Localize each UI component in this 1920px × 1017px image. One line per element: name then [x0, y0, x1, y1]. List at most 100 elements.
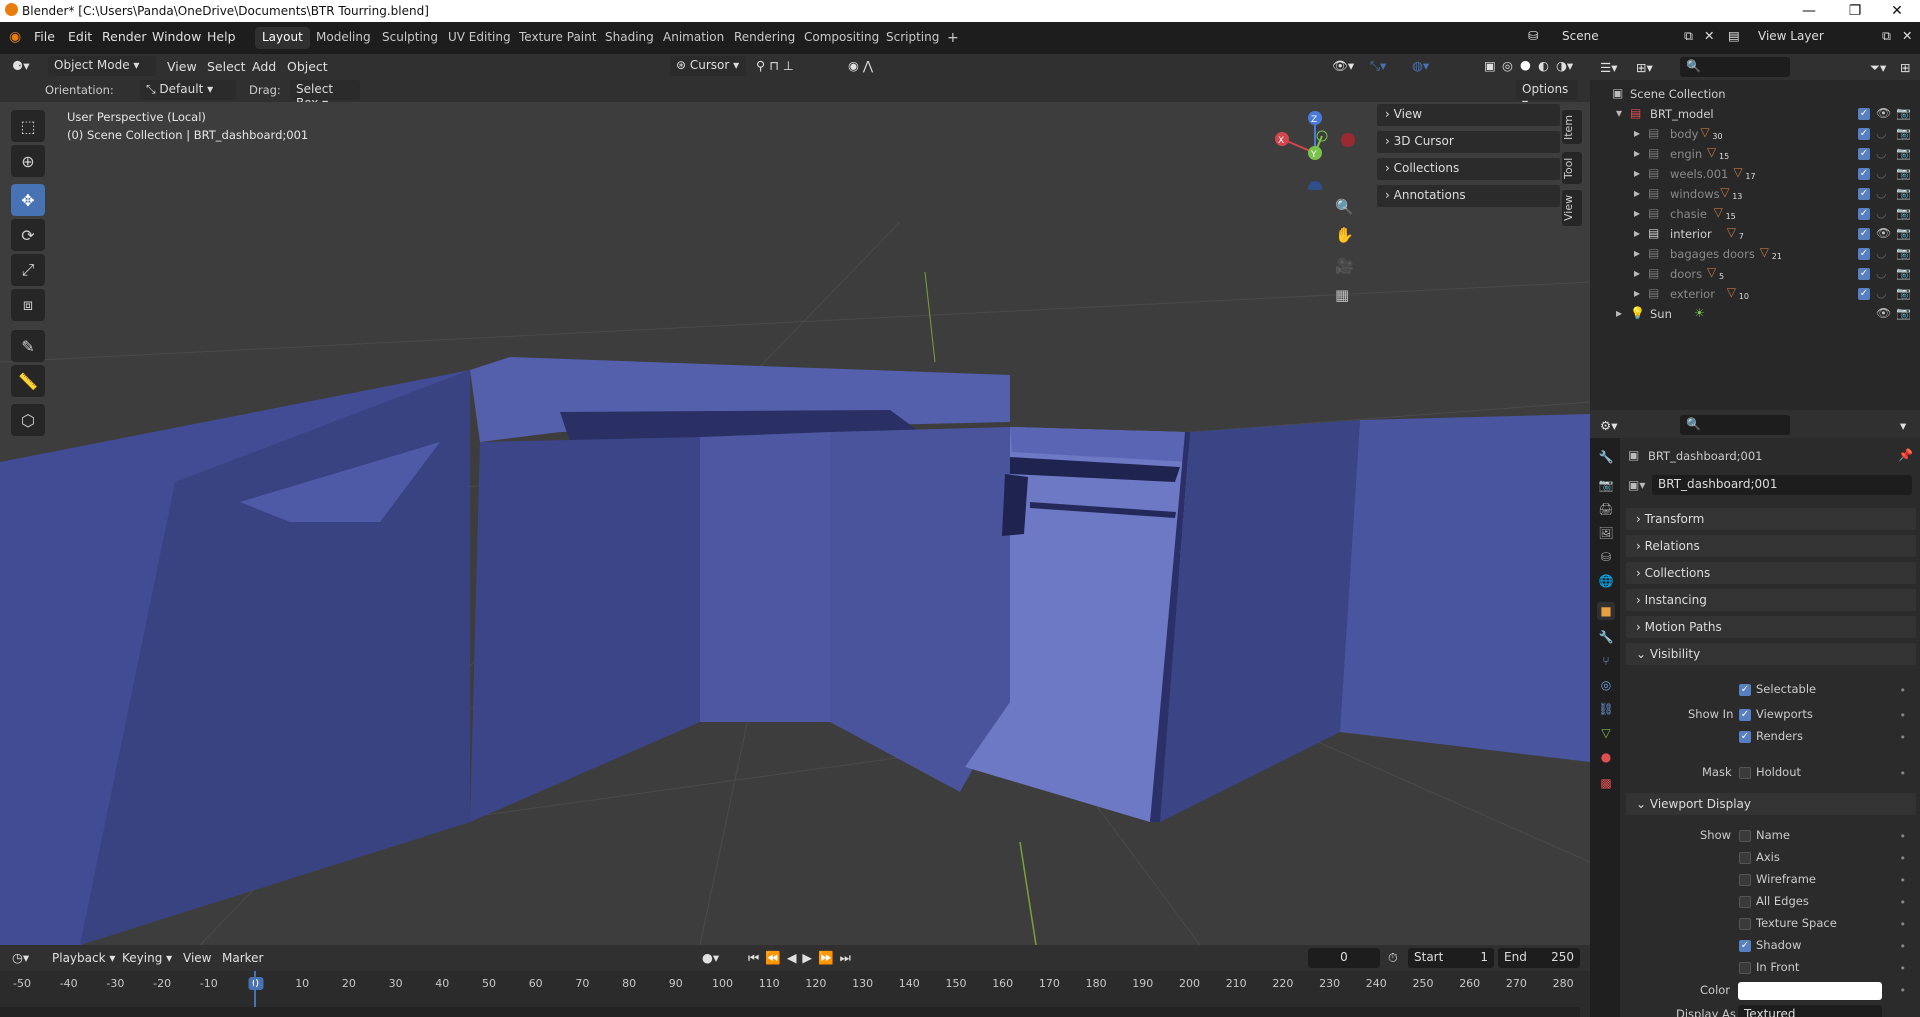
exclude-checkbox[interactable]: ✓ — [1858, 108, 1870, 120]
particles-tab-icon[interactable]: ⑂ — [1597, 652, 1615, 670]
blender-menu-icon[interactable]: ◉ — [9, 29, 21, 45]
exclude-checkbox[interactable]: ✓ — [1858, 288, 1870, 300]
transform-section[interactable]: › Transform — [1626, 508, 1916, 530]
display-option-checkbox[interactable] — [1739, 962, 1751, 974]
timeline-area[interactable]: -50-40-30-20-100102030405060708090100110… — [0, 971, 1590, 1017]
close-view-layer-icon[interactable]: ✕ — [1902, 28, 1912, 43]
render-camera-icon[interactable]: 📷 — [1896, 206, 1911, 220]
current-frame-field[interactable]: 0 — [1308, 948, 1380, 968]
tab-sculpting[interactable]: Sculpting — [375, 27, 445, 49]
display-option-checkbox[interactable]: ✓ — [1739, 940, 1751, 952]
render-camera-icon[interactable]: 📷 — [1896, 126, 1911, 140]
collections-section[interactable]: › Collections — [1626, 562, 1916, 584]
viewport-display-section[interactable]: ⌄ Viewport Display — [1626, 793, 1916, 815]
tab-uv-editing[interactable]: UV Editing — [441, 27, 518, 49]
motion-paths-section[interactable]: › Motion Paths — [1626, 616, 1916, 638]
color-swatch[interactable] — [1738, 982, 1882, 1000]
playback-controls-icon[interactable]: ⏮⏪◀▶⏩⏭ — [748, 950, 857, 966]
display-option-anim-dot[interactable]: • — [1900, 940, 1907, 953]
hidden-eye-icon[interactable]: ◡ — [1876, 246, 1886, 260]
expand-chevron-icon[interactable]: ▸ — [1634, 126, 1640, 140]
move-tool-icon[interactable]: ✥ — [11, 184, 45, 216]
add-cube-tool-icon[interactable]: ⬡ — [11, 404, 45, 436]
object-mode-dropdown[interactable]: Object Mode ▾ — [48, 56, 156, 76]
copy-view-layer-icon[interactable]: ⧉ — [1882, 28, 1891, 44]
copy-scene-icon[interactable]: ⧉ — [1684, 28, 1693, 44]
outliner-sun-row[interactable]: ▸ 💡 Sun ☀ 👁 📷 — [1590, 304, 1920, 324]
viewport-menu-add[interactable]: Add — [252, 59, 276, 74]
render-camera-icon[interactable]: 📷 — [1896, 186, 1911, 200]
render-camera-icon[interactable]: 📷 — [1896, 246, 1911, 260]
tab-animation[interactable]: Animation — [656, 27, 731, 49]
start-frame-field[interactable]: Start 1 — [1408, 948, 1494, 968]
npanel-tab-item[interactable]: Item — [1562, 110, 1582, 144]
npanel-annotations-section[interactable]: › Annotations — [1377, 185, 1560, 207]
minimize-button[interactable]: — — [1786, 0, 1832, 22]
modifier-tab-icon[interactable]: 🔧 — [1597, 628, 1615, 646]
output-tab-icon[interactable]: 🖨 — [1597, 500, 1615, 518]
3d-viewport[interactable]: ⬚ ⊕ ✥ ⟳ ⤢ ⧈ ✎ 📏 ⬡ User Perspective (Loca… — [0, 102, 1590, 945]
render-camera-icon[interactable]: 📷 — [1896, 286, 1911, 300]
exclude-checkbox[interactable]: ✓ — [1858, 168, 1870, 180]
expand-chevron-icon[interactable]: ▸ — [1634, 286, 1640, 300]
display-option-anim-dot[interactable]: • — [1900, 896, 1907, 909]
measure-tool-icon[interactable]: 📏 — [11, 365, 45, 397]
render-camera-icon[interactable]: 📷 — [1896, 226, 1911, 240]
snap-icon[interactable]: ⚲ ⊓ ⊥ — [756, 58, 794, 73]
display-option-anim-dot[interactable]: • — [1900, 918, 1907, 931]
instancing-section[interactable]: › Instancing — [1626, 589, 1916, 611]
expand-chevron-icon[interactable]: ▸ — [1634, 226, 1640, 240]
timeline-menu-view[interactable]: View — [183, 951, 211, 965]
auto-keying-icon[interactable]: ●▾ — [702, 950, 719, 965]
data-tab-icon[interactable]: ▽ — [1597, 724, 1615, 742]
expand-chevron-icon[interactable]: ▸ — [1634, 246, 1640, 260]
exclude-checkbox[interactable]: ✓ — [1858, 188, 1870, 200]
color-anim-dot[interactable]: • — [1900, 984, 1907, 997]
overlays-toggle-icon[interactable]: ◍▾ — [1412, 58, 1429, 73]
menu-file[interactable]: File — [34, 29, 55, 44]
tab-rendering[interactable]: Rendering — [727, 27, 802, 49]
viewport-menu-view[interactable]: View — [167, 59, 197, 74]
new-collection-icon[interactable]: ⊞ — [1900, 60, 1910, 75]
exclude-checkbox[interactable]: ✓ — [1858, 248, 1870, 260]
renders-checkbox[interactable]: ✓ — [1739, 731, 1751, 743]
tab-shading[interactable]: Shading — [598, 27, 661, 49]
display-option-anim-dot[interactable]: • — [1900, 852, 1907, 865]
drag-dropdown[interactable]: Select Box ▾ — [290, 80, 360, 110]
outliner-child-row[interactable]: ▸ ▤ doors ▽ 5 ✓ ◡ 📷 — [1590, 264, 1920, 284]
cursor-tool-icon[interactable]: ⊕ — [11, 145, 45, 177]
view-layer-selector[interactable]: View Layer — [1752, 27, 1878, 47]
display-option-checkbox[interactable] — [1739, 830, 1751, 842]
relations-section[interactable]: › Relations — [1626, 535, 1916, 557]
outliner-child-row[interactable]: ▸ ▤ weels.001 ▽ 17 ✓ ◡ 📷 — [1590, 164, 1920, 184]
proportional-edit-icon[interactable]: ◉ ⋀ — [848, 58, 873, 73]
visibility-eye-icon[interactable]: 👁 — [1876, 106, 1891, 120]
material-tab-icon[interactable]: ● — [1597, 748, 1615, 766]
outliner-editor-type-icon[interactable]: ☰▾ — [1600, 60, 1617, 75]
outliner-child-row[interactable]: ▸ ▤ chasie ▽ 15 ✓ ◡ 📷 — [1590, 204, 1920, 224]
viewports-checkbox[interactable]: ✓ — [1739, 709, 1751, 721]
close-button[interactable]: ✕ — [1874, 0, 1920, 22]
npanel-tab-view[interactable]: View — [1562, 190, 1582, 226]
menu-window[interactable]: Window — [152, 29, 201, 44]
expand-chevron-icon[interactable]: ▸ — [1634, 166, 1640, 180]
visibility-section[interactable]: ⌄ Visibility — [1626, 643, 1916, 665]
outliner-search-input[interactable]: 🔍 — [1680, 57, 1790, 77]
transform-tool-icon[interactable]: ⧈ — [11, 289, 45, 321]
rendered-shading-icon[interactable]: ◑▾ — [1556, 58, 1573, 73]
visibility-eye-icon[interactable]: 👁 — [1876, 226, 1891, 240]
properties-search-input[interactable]: 🔍 — [1680, 415, 1790, 435]
render-camera-icon[interactable]: 📷 — [1896, 306, 1911, 320]
render-tab-icon[interactable]: 📷 — [1597, 476, 1615, 494]
properties-editor-type-icon[interactable]: ⚙▾ — [1600, 418, 1617, 433]
viewport-menu-select[interactable]: Select — [207, 59, 246, 74]
tool-tab-icon[interactable]: 🔧 — [1597, 448, 1615, 466]
npanel-view-section[interactable]: › View — [1377, 104, 1560, 126]
hidden-eye-icon[interactable]: ◡ — [1876, 206, 1886, 220]
timeline-menu-marker[interactable]: Marker — [222, 951, 263, 965]
timeline-editor-type-icon[interactable]: ◷▾ — [12, 950, 29, 965]
menu-help[interactable]: Help — [207, 29, 236, 44]
options-dropdown[interactable]: Options ▾ — [1516, 80, 1578, 110]
viewports-anim-dot[interactable]: • — [1900, 709, 1907, 722]
camera-view-icon[interactable]: 🎥 — [1335, 257, 1354, 275]
